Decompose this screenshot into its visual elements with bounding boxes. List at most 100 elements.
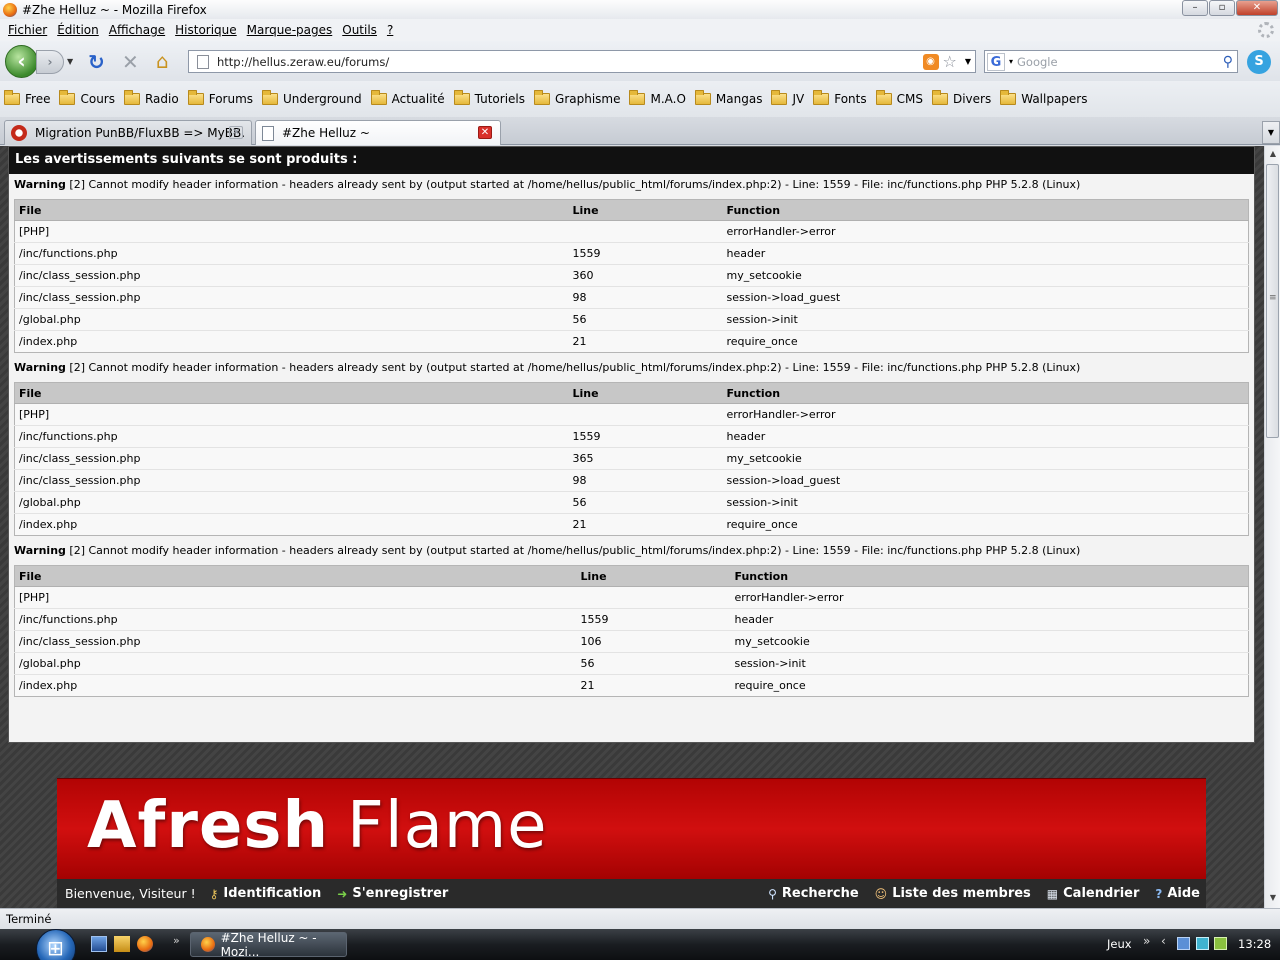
close-tab-icon[interactable]: ✕: [478, 126, 492, 139]
search-link[interactable]: ⚲ Recherche: [768, 886, 859, 901]
column-header: Line: [576, 565, 731, 587]
menu-outils[interactable]: Outils: [342, 23, 377, 37]
members-list-link[interactable]: ☺ Liste des membres: [875, 886, 1031, 901]
table-row: /index.php 21 require_once: [14, 674, 1249, 697]
bookmarks-toolbar: Free Cours Radio Forums Underground Actu…: [0, 81, 1280, 117]
folder-icon: [875, 90, 892, 105]
scrollbar-thumb[interactable]: [1266, 164, 1279, 438]
column-header: Function: [722, 382, 1249, 404]
warning-label: Warning: [14, 361, 66, 374]
tab-zhe-helluz[interactable]: #Zhe Helluz ~ ✕: [255, 120, 501, 145]
table-row: /index.php 21 require_once: [14, 513, 1249, 536]
folder-icon: [453, 90, 470, 105]
navigation-toolbar: ‹ › ▼ ↻ ✕ ⌂ http://hellus.zeraw.eu/forum…: [0, 41, 1280, 81]
menu-help[interactable]: ?: [387, 23, 393, 37]
skype-tray-icon[interactable]: [1196, 937, 1209, 950]
bookmark-folder[interactable]: CMS: [875, 90, 923, 106]
welcome-text: Bienvenue, Visiteur !: [65, 886, 196, 901]
forum-nav-bar: Bienvenue, Visiteur ! ⚷ Identification ➜…: [57, 879, 1206, 908]
bookmark-folder[interactable]: Actualité: [370, 90, 445, 106]
help-link[interactable]: ? Aide: [1155, 886, 1200, 901]
battery-icon[interactable]: [1214, 937, 1227, 950]
url-dropdown-icon[interactable]: ▼: [965, 57, 971, 66]
backtrace-table: File Line Function [PHP] errorHandler->er…: [14, 199, 1249, 353]
bookmark-star-icon[interactable]: ☆: [943, 52, 957, 71]
bookmark-folder[interactable]: Free: [4, 90, 50, 106]
menu-fichier[interactable]: Fichier: [8, 23, 47, 37]
column-header: Function: [730, 565, 1249, 587]
warning-text: [2] Cannot modify header information - h…: [69, 544, 1081, 557]
bookmark-folder[interactable]: Underground: [262, 90, 362, 106]
page-icon: [262, 125, 274, 141]
close-window-button[interactable]: ✕: [1236, 0, 1278, 16]
calendar-link[interactable]: ▦ Calendrier: [1047, 886, 1140, 901]
url-bar[interactable]: http://hellus.zeraw.eu/forums/ ◉ ☆ ▼: [188, 50, 976, 73]
reload-icon[interactable]: ↻: [88, 50, 105, 74]
vertical-scrollbar[interactable]: ▲ ▼: [1264, 146, 1280, 908]
menu-historique[interactable]: Historique: [175, 23, 237, 37]
bookmark-folder[interactable]: Graphisme: [534, 90, 620, 106]
clock[interactable]: 13:28: [1238, 937, 1271, 951]
back-button[interactable]: ‹: [5, 45, 38, 78]
bookmark-folder[interactable]: JV: [771, 90, 804, 106]
taskbar-window-label: #Zhe Helluz ~ - Mozi...: [220, 930, 317, 959]
search-bar[interactable]: G ▾ Google ⚲: [984, 50, 1238, 73]
forum-logo[interactable]: Afresh Flame: [87, 789, 548, 863]
bookmark-folder[interactable]: Forums: [187, 90, 253, 106]
menu-edition[interactable]: Édition: [57, 23, 99, 37]
stop-icon[interactable]: ✕: [122, 50, 139, 74]
engine-dropdown-icon[interactable]: ▾: [1009, 57, 1013, 66]
status-bar: Terminé: [0, 908, 1280, 929]
bookmark-folder[interactable]: Cours: [59, 90, 115, 106]
register-link[interactable]: ➜ S'enregistrer: [337, 886, 448, 901]
tab-strip: Migration PunBB/FluxBB => MyBB. ✕ #Zhe H…: [0, 117, 1280, 145]
show-desktop-icon[interactable]: [91, 936, 107, 952]
bookmark-folder[interactable]: Mangas: [694, 90, 762, 106]
close-tab-icon[interactable]: ✕: [229, 126, 243, 139]
bookmark-folder[interactable]: Fonts: [813, 90, 867, 106]
forward-button[interactable]: ›: [36, 50, 64, 74]
table-row: /index.php 21 require_once: [14, 330, 1249, 353]
bookmark-folder[interactable]: M.A.O: [629, 90, 686, 106]
table-row: /global.php 56 session->init: [14, 308, 1249, 331]
bookmark-folder[interactable]: Radio: [123, 90, 179, 106]
tab-label: Migration PunBB/FluxBB => MyBB.: [35, 126, 246, 140]
menu-marque-pages[interactable]: Marque-pages: [247, 23, 333, 37]
tray-chevron-icon[interactable]: »: [1143, 934, 1150, 948]
minimize-button[interactable]: –: [1182, 0, 1208, 16]
members-icon: ☺: [874, 886, 888, 901]
search-icon: ⚲: [768, 886, 777, 901]
toolbar-label[interactable]: Jeux: [1107, 937, 1132, 951]
folder-icon: [629, 90, 646, 105]
tab-migration[interactable]: Migration PunBB/FluxBB => MyBB. ✕: [4, 120, 252, 145]
start-button[interactable]: [36, 929, 76, 960]
network-icon[interactable]: [1177, 937, 1190, 950]
url-text[interactable]: http://hellus.zeraw.eu/forums/: [217, 55, 923, 69]
throbber-icon: [1258, 22, 1274, 38]
explorer-icon[interactable]: [114, 936, 130, 952]
folder-icon: [1000, 90, 1017, 105]
column-header: File: [14, 382, 569, 404]
bookmark-folder[interactable]: Wallpapers: [1000, 90, 1088, 106]
scroll-up-icon[interactable]: ▲: [1267, 149, 1279, 161]
skype-icon[interactable]: S: [1247, 50, 1271, 74]
taskbar-window-button[interactable]: #Zhe Helluz ~ - Mozi...: [190, 930, 347, 959]
maximize-button[interactable]: ▫: [1209, 0, 1235, 16]
quicklaunch-chevron-icon[interactable]: »: [173, 934, 180, 947]
scroll-down-icon[interactable]: ▼: [1267, 893, 1279, 905]
login-link[interactable]: ⚷ Identification: [210, 886, 322, 901]
search-input[interactable]: Google: [1017, 55, 1223, 69]
bookmark-folder[interactable]: Divers: [931, 90, 991, 106]
home-icon[interactable]: ⌂: [156, 49, 169, 73]
search-icon[interactable]: ⚲: [1223, 54, 1233, 70]
bookmark-folder[interactable]: Tutoriels: [453, 90, 525, 106]
table-row: [PHP] errorHandler->error: [14, 403, 1249, 426]
history-dropdown-icon[interactable]: ▼: [67, 57, 73, 66]
tab-list-button[interactable]: ▼: [1262, 121, 1280, 144]
rss-feed-icon[interactable]: ◉: [922, 53, 939, 70]
google-engine-icon[interactable]: G: [987, 52, 1005, 71]
column-header: File: [14, 565, 577, 587]
firefox-icon[interactable]: [137, 936, 153, 952]
menu-affichage[interactable]: Affichage: [109, 23, 165, 37]
tray-expand-icon[interactable]: ‹: [1161, 934, 1174, 948]
